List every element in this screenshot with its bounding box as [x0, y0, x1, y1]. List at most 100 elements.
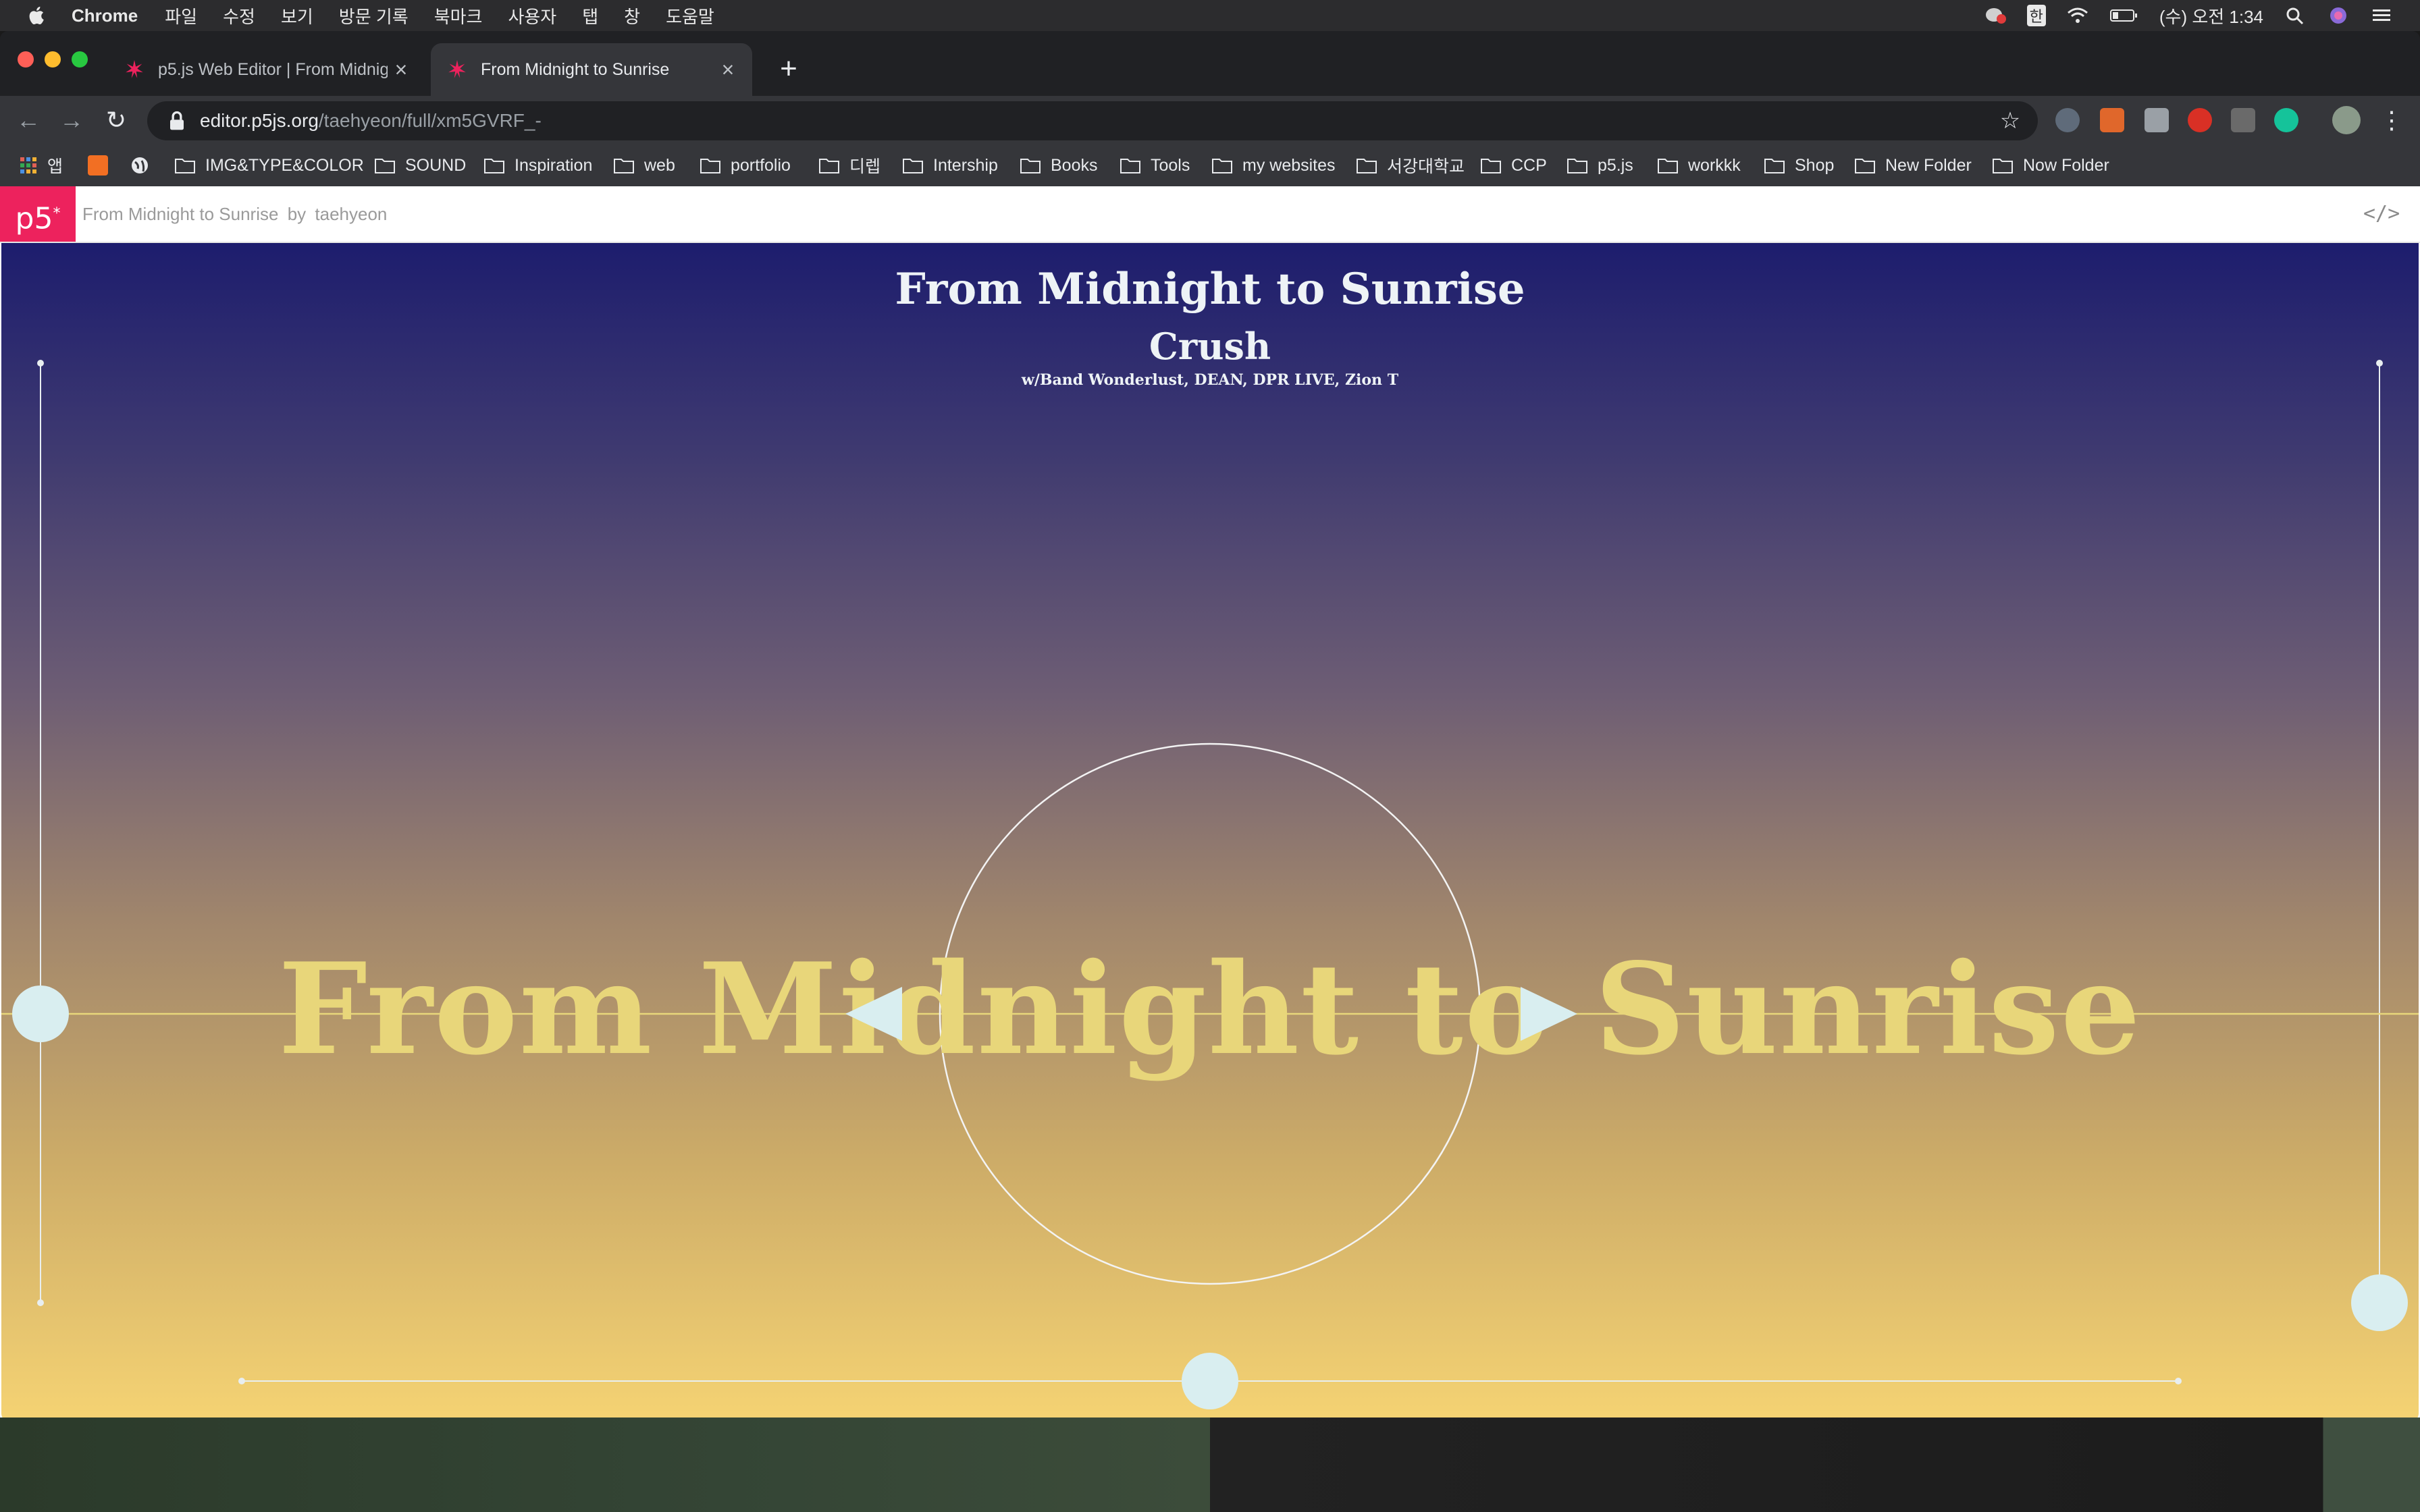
tab-title: p5.js Web Editor | From Midnight to Sunr… [158, 59, 388, 79]
bookmark-folder[interactable]: CCP [1480, 154, 1547, 177]
bookmark-folder[interactable]: p5.js [1567, 154, 1633, 177]
bookmark-folder[interactable]: portfolio [700, 154, 791, 177]
close-window-button[interactable] [18, 51, 34, 68]
bookmark-soundcloud[interactable] [88, 154, 108, 177]
desktop-wallpaper-strip [0, 1418, 2420, 1512]
input-method-indicator[interactable]: 한 [2026, 5, 2046, 26]
macos-menu-bar: Chrome 파일 수정 보기 방문 기록 북마크 사용자 탭 창 도움말 한 … [0, 0, 2420, 31]
menu-edit[interactable]: 수정 [223, 3, 255, 28]
tab-p5-editor[interactable]: p5.js Web Editor | From Midnight to Sunr… [108, 43, 425, 96]
url-host: editor.p5js.org [200, 110, 319, 131]
bookmark-folder[interactable]: my websites [1211, 154, 1336, 177]
featuring-artists: w/Band Wonderlust, DEAN, DPR LIVE, Zion … [1021, 371, 1399, 389]
menu-window[interactable]: 창 [624, 3, 640, 28]
left-slider-knob[interactable] [12, 986, 69, 1042]
close-tab-icon[interactable]: × [388, 56, 415, 83]
left-slider-end-bottom [37, 1299, 44, 1306]
menu-profiles[interactable]: 사용자 [508, 3, 556, 28]
lock-icon[interactable] [163, 107, 190, 134]
bookmark-label: p5.js [1598, 155, 1633, 175]
url-path: /taehyeon/full/xm5GVRF_- [318, 110, 542, 131]
menu-file[interactable]: 파일 [165, 3, 197, 28]
bookmark-label: Shop [1795, 155, 1835, 175]
bookmark-folder[interactable]: IMG&TYPE&COLOR [174, 154, 364, 177]
bookmark-folder[interactable]: workkk [1657, 154, 1741, 177]
siri-icon[interactable] [2327, 5, 2350, 26]
bottom-slider-knob[interactable] [1182, 1353, 1238, 1409]
globe-icon [132, 157, 148, 173]
bookmark-star-icon[interactable]: ☆ [1997, 108, 2023, 134]
right-slider-knob[interactable] [2351, 1274, 2408, 1331]
bookmark-folder[interactable]: New Folder [1854, 154, 1972, 177]
menu-bookmarks[interactable]: 북마크 [434, 3, 483, 28]
notification-badge-icon[interactable] [1984, 5, 2007, 26]
bookmark-folder[interactable]: 서강대학교 [1356, 154, 1465, 177]
bookmark-globe[interactable] [130, 154, 150, 177]
chrome-menu-button[interactable]: ⋮ [2374, 103, 2409, 138]
bookmark-apps[interactable]: 앱 [19, 154, 63, 177]
minimize-window-button[interactable] [45, 51, 61, 68]
bookmark-label: Intership [933, 155, 998, 175]
reload-button[interactable]: ↻ [99, 103, 134, 138]
p5-logo-asterisk-icon: * [53, 205, 61, 222]
sketch-canvas[interactable]: From Midnight to Sunrise Crush w/Band Wo… [1, 243, 2419, 1418]
battery-icon[interactable] [2109, 5, 2139, 26]
sketch-info: From Midnight to Sunrise by taehyeon [82, 186, 387, 242]
view-code-button[interactable]: </> [2363, 200, 2400, 228]
bookmark-folder[interactable]: Inspiration [483, 154, 592, 177]
p5-sketch-page: p5* From Midnight to Sunrise by taehyeon… [0, 186, 2420, 1418]
folder-icon [484, 159, 504, 173]
bookmark-folder[interactable]: web [613, 154, 675, 177]
p5-logo[interactable]: p5* [0, 186, 76, 242]
grammarly-extension-icon[interactable] [2274, 108, 2298, 132]
address-bar[interactable]: editor.p5js.org/taehyeon/full/xm5GVRF_- … [147, 101, 2038, 140]
bookmark-folder[interactable]: Intership [902, 154, 998, 177]
apps-grid-icon [20, 157, 36, 173]
tab-title: From Midnight to Sunrise [481, 59, 670, 79]
extension-block-icon[interactable] [2188, 108, 2212, 132]
profile-avatar[interactable] [2332, 106, 2361, 134]
folder-icon [1993, 159, 2013, 173]
folder-icon [1120, 159, 1140, 173]
spotlight-search-icon[interactable] [2284, 5, 2307, 26]
extension-i-icon[interactable] [2231, 108, 2255, 132]
bookmark-label: web [644, 155, 675, 175]
status-area: 한 (수) 오전 1:34 [1984, 0, 2393, 31]
bookmark-folder[interactable]: Books [1020, 154, 1097, 177]
sketch-author[interactable]: taehyeon [315, 204, 387, 224]
menu-history[interactable]: 방문 기록 [339, 3, 409, 28]
folder-icon [1481, 159, 1501, 173]
forward-button[interactable]: → [54, 103, 89, 138]
notification-center-icon[interactable] [2370, 5, 2393, 26]
bookmark-folder[interactable]: Tools [1120, 154, 1190, 177]
bookmark-folder[interactable]: SOUND [374, 154, 466, 177]
left-slider-end-top [37, 360, 44, 367]
bookmark-label: Tools [1151, 155, 1190, 175]
soundcloud-icon [88, 155, 108, 176]
folder-icon [375, 159, 395, 173]
big-title-text: From Midnight to Sunrise [278, 935, 2142, 1083]
extension-ex-icon[interactable] [2100, 108, 2124, 132]
bookmark-folder[interactable]: Now Folder [1992, 154, 2109, 177]
bookmark-label: New Folder [1885, 155, 1972, 175]
menu-view[interactable]: 보기 [281, 3, 313, 28]
bookmark-folder[interactable]: 디렙 [818, 154, 880, 177]
url-text[interactable]: editor.p5js.org/taehyeon/full/xm5GVRF_- [200, 110, 542, 132]
menu-help[interactable]: 도움말 [666, 3, 714, 28]
close-tab-icon[interactable]: × [714, 56, 741, 83]
extension-search-icon[interactable] [2055, 108, 2080, 132]
menu-tab[interactable]: 탭 [582, 3, 598, 28]
artist-name: Crush [1149, 325, 1271, 368]
bookmark-folder[interactable]: Shop [1764, 154, 1834, 177]
tab-sketch[interactable]: From Midnight to Sunrise × [431, 43, 752, 96]
zoom-window-button[interactable] [72, 51, 88, 68]
menu-app-name[interactable]: Chrome [72, 5, 138, 26]
back-button[interactable]: ← [11, 103, 46, 138]
folder-icon [819, 159, 839, 173]
p5-logo-text: p5 [15, 201, 53, 236]
clock[interactable]: (수) 오전 1:34 [2159, 3, 2263, 28]
new-tab-button[interactable]: + [770, 50, 808, 88]
apple-logo-icon[interactable] [26, 4, 49, 27]
wifi-icon[interactable] [2066, 5, 2089, 26]
extension-card-icon[interactable] [2145, 108, 2169, 132]
